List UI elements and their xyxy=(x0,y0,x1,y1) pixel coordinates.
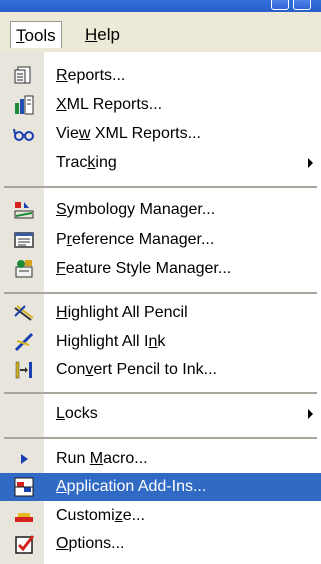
menu-item-run-macro[interactable]: Run Macro... xyxy=(0,445,321,473)
tools-menu: Reports... XML Reports... View XML Repor… xyxy=(0,52,321,564)
menu-item-label: Highlight All Pencil xyxy=(56,304,188,321)
menu-item-locks[interactable]: Locks xyxy=(0,400,321,428)
preferences-icon xyxy=(13,229,35,251)
menu-separator xyxy=(4,437,317,439)
menubar-tools-mnemonic: T xyxy=(16,26,25,45)
menu-item-tracking[interactable]: Tracking xyxy=(0,149,321,177)
menu-item-label: Customize... xyxy=(56,507,145,524)
menu-item-highlight-all-ink[interactable]: Highlight All Ink xyxy=(0,328,321,356)
window-titlebar xyxy=(0,0,321,12)
menubar-tools-label: ools xyxy=(24,26,56,45)
menu-item-label: Symbology Manager... xyxy=(56,201,216,218)
menu-item-label: Feature Style Manager... xyxy=(56,260,232,277)
menu-item-label: View XML Reports... xyxy=(56,125,201,142)
submenu-arrow-icon xyxy=(308,158,313,168)
menu-item-label: Tracking xyxy=(56,154,117,171)
menu-item-application-add-ins[interactable]: Application Add-Ins... xyxy=(0,473,321,501)
menu-item-label: Application Add-Ins... xyxy=(56,478,207,495)
menu-item-options[interactable]: Options... xyxy=(0,530,321,558)
menu-item-xml-reports[interactable]: XML Reports... xyxy=(0,91,321,119)
menu-item-customize[interactable]: Customize... xyxy=(0,502,321,530)
menubar-tools[interactable]: Tools xyxy=(10,21,62,48)
glasses-icon xyxy=(13,123,35,145)
menu-item-label: Locks xyxy=(56,405,98,422)
convert-icon xyxy=(13,359,35,381)
menu-item-view-xml-reports[interactable]: View XML Reports... xyxy=(0,120,321,148)
menu-item-label: Highlight All Ink xyxy=(56,333,166,350)
submenu-arrow-icon xyxy=(308,409,313,419)
menu-item-label: XML Reports... xyxy=(56,96,163,113)
pencil-icon xyxy=(13,302,35,324)
menu-item-label: Preference Manager... xyxy=(56,231,215,248)
menu-item-label: Options... xyxy=(56,535,125,552)
menu-separator xyxy=(4,186,317,188)
xml-report-icon xyxy=(13,94,35,116)
feature-style-icon xyxy=(13,258,35,280)
customize-icon xyxy=(13,505,35,527)
add-ins-icon xyxy=(13,476,35,498)
menu-item-label: Convert Pencil to Ink... xyxy=(56,361,217,378)
menu-item-label: Reports... xyxy=(56,67,126,84)
menu-item-reports[interactable]: Reports... xyxy=(0,62,321,90)
menubar-help-mnemonic: H xyxy=(85,25,98,44)
menubar: Tools Help xyxy=(0,12,321,52)
report-icon xyxy=(13,65,35,87)
menu-item-highlight-all-pencil[interactable]: Highlight All Pencil xyxy=(0,299,321,327)
menu-separator xyxy=(4,292,317,294)
close-window-button[interactable] xyxy=(293,0,311,10)
menu-item-symbology-manager[interactable]: Symbology Manager... xyxy=(0,196,321,224)
menubar-help-label: elp xyxy=(97,25,120,44)
menu-item-convert-pencil-to-ink[interactable]: Convert Pencil to Ink... xyxy=(0,356,321,384)
ink-pen-icon xyxy=(13,331,35,353)
menubar-help[interactable]: Help xyxy=(80,21,125,48)
play-icon xyxy=(13,448,35,470)
menu-item-preference-manager[interactable]: Preference Manager... xyxy=(0,226,321,254)
symbology-icon xyxy=(13,199,35,221)
menu-item-label: Run Macro... xyxy=(56,450,148,467)
menu-separator xyxy=(4,392,317,394)
menu-item-feature-style-manager[interactable]: Feature Style Manager... xyxy=(0,255,321,283)
restore-window-button[interactable] xyxy=(271,0,289,10)
checkbox-icon xyxy=(13,533,35,555)
